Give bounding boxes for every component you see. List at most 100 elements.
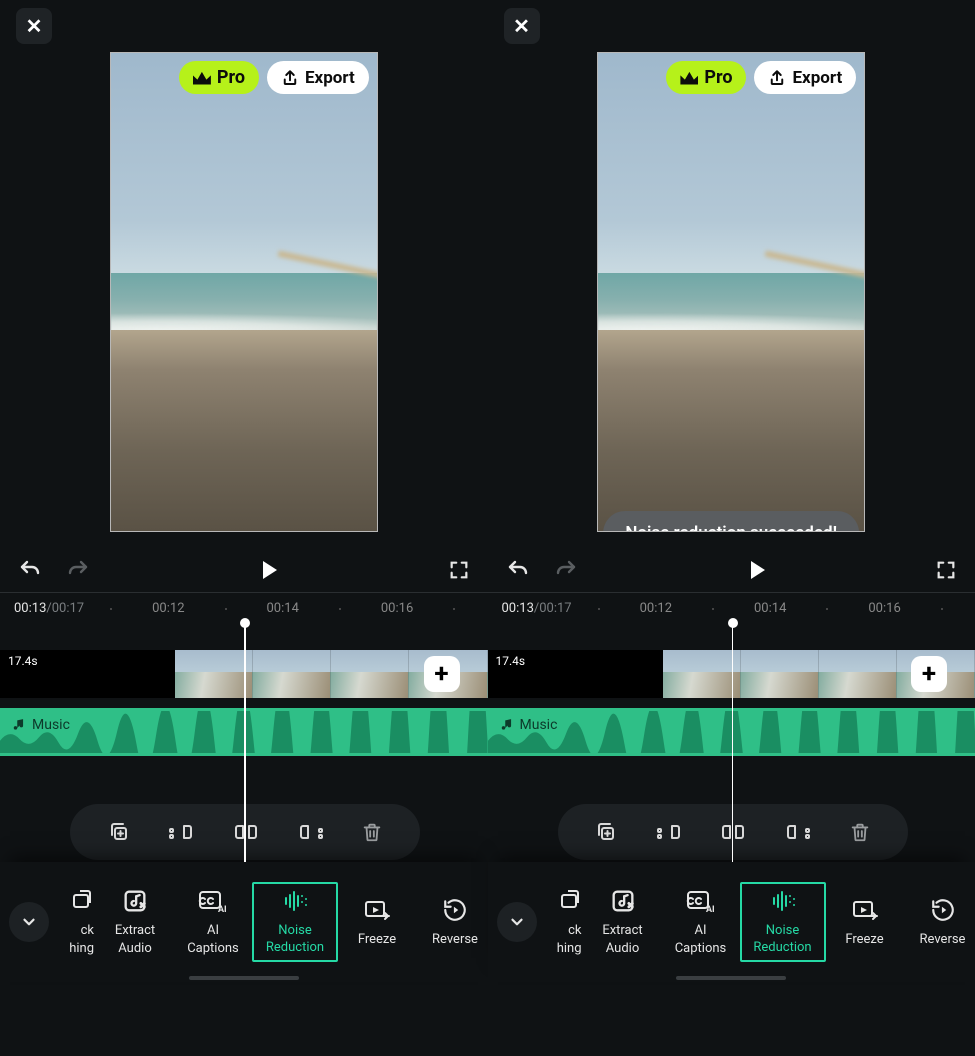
export-label: Export (305, 68, 355, 88)
ruler-marks: 00:12 00:14 00:16 (110, 601, 487, 616)
audio-label-text: Music (32, 717, 70, 733)
menu-item-ai-captions[interactable]: AI AI Captions (662, 882, 740, 962)
playback-controls (488, 532, 975, 592)
phone-left: ✕ Pro Export (0, 0, 488, 1056)
bottom-tool-menu: ck hing Extract Audio AI AI Captions Noi… (0, 862, 488, 982)
undo-button[interactable] (18, 558, 42, 582)
preview-sand (598, 330, 864, 531)
redo-button (554, 558, 578, 582)
menu-scroll[interactable]: ck hing Extract Audio AI AI Captions Noi… (544, 882, 975, 962)
pro-label: Pro (217, 67, 245, 88)
play-button[interactable] (260, 561, 277, 579)
chevron-down-icon (20, 913, 38, 931)
playback-controls (0, 532, 488, 592)
pro-button[interactable]: Pro (179, 61, 259, 94)
menu-item-reverse[interactable]: Reverse (904, 882, 975, 962)
menu-collapse-button[interactable] (497, 902, 537, 942)
menu-item-extract-audio[interactable]: Extract Audio (584, 882, 662, 962)
menu-item-noise-reduction[interactable]: Noise Reduction (252, 882, 338, 962)
copy-button[interactable] (107, 820, 131, 844)
menu-collapse-button[interactable] (9, 902, 49, 942)
delete-button[interactable] (849, 820, 871, 844)
scroll-indicator (189, 976, 299, 980)
plus-icon: + (922, 659, 936, 689)
menu-item-freeze[interactable]: Freeze (338, 882, 416, 962)
menu-item-ai-captions[interactable]: AI AI Captions (174, 882, 252, 962)
undo-button[interactable] (506, 558, 530, 582)
timeline[interactable]: 17.4s + Music (488, 622, 975, 862)
clip-duration: 17.4s (8, 654, 38, 668)
fullscreen-button[interactable] (935, 559, 957, 581)
split-button[interactable] (719, 820, 747, 844)
menu-item-noise-reduction[interactable]: Noise Reduction (740, 882, 826, 962)
split-right-button[interactable] (785, 820, 811, 844)
add-clip-button[interactable]: + (424, 656, 460, 692)
delete-button[interactable] (361, 820, 383, 844)
menu-scroll[interactable]: ck hing Extract Audio AI AI Captions Noi… (56, 882, 488, 962)
time-total: /00:17 (46, 601, 84, 616)
split-button[interactable] (232, 820, 260, 844)
top-bar: ✕ (0, 0, 488, 50)
title-clip[interactable]: 17.4s (488, 650, 663, 698)
play-icon (263, 561, 277, 579)
menu-item-reverse[interactable]: Reverse (416, 882, 488, 962)
top-pill-row: Pro Export (179, 61, 369, 94)
chevron-down-icon (508, 913, 526, 931)
phone-right: ✕ Pro Export Noise reduction succeeded! (488, 0, 975, 1056)
extract-audio-icon (609, 887, 637, 915)
split-right-button[interactable] (298, 820, 324, 844)
scroll-indicator (676, 976, 786, 980)
export-button[interactable]: Export (754, 61, 856, 94)
freeze-icon (363, 896, 391, 924)
split-left-button[interactable] (656, 820, 682, 844)
timeline[interactable]: 17.4s + Music (0, 622, 488, 862)
play-button[interactable] (748, 561, 765, 579)
noise-reduction-icon (280, 888, 310, 915)
reverse-icon (930, 896, 956, 924)
ai-captions-icon: AI (198, 887, 228, 915)
ai-captions-icon: AI (686, 887, 716, 915)
preview-sand (111, 330, 377, 531)
top-pill-row: Pro Export (666, 61, 856, 94)
audio-track-label: Music (500, 717, 558, 733)
menu-item-freeze[interactable]: Freeze (826, 882, 904, 962)
export-label: Export (792, 68, 842, 88)
pro-button[interactable]: Pro (666, 61, 746, 94)
add-clip-button[interactable]: + (911, 656, 947, 692)
video-preview[interactable]: Pro Export (110, 52, 378, 532)
noise-reduction-icon (768, 888, 798, 915)
extract-audio-icon (121, 887, 149, 915)
bottom-tool-menu: ck hing Extract Audio AI AI Captions Noi… (488, 862, 975, 982)
ruler-marks: 00:12 00:14 00:16 (598, 601, 975, 616)
play-icon (751, 561, 765, 579)
time-current: 00:13 (502, 601, 534, 616)
reverse-icon (442, 896, 468, 924)
menu-item-partial[interactable]: ck hing (56, 882, 96, 962)
close-icon: ✕ (26, 14, 43, 38)
playhead[interactable] (244, 622, 246, 862)
crown-icon (680, 71, 698, 85)
fullscreen-button[interactable] (448, 559, 470, 581)
export-icon (281, 69, 299, 87)
top-bar: ✕ (488, 0, 975, 50)
freeze-icon (851, 896, 879, 924)
pro-label: Pro (704, 67, 732, 88)
export-button[interactable]: Export (267, 61, 369, 94)
close-button[interactable]: ✕ (504, 8, 540, 44)
copy-button[interactable] (594, 820, 618, 844)
video-preview[interactable]: Pro Export Noise reduction succeeded! (597, 52, 865, 532)
menu-item-partial[interactable]: ck hing (544, 882, 584, 962)
redo-button (66, 558, 90, 582)
clip-duration: 17.4s (496, 654, 526, 668)
title-clip[interactable]: 17.4s (0, 650, 175, 698)
svg-text:AI: AI (706, 905, 715, 914)
split-left-button[interactable] (168, 820, 194, 844)
time-total: /00:17 (534, 601, 572, 616)
audio-label-text: Music (520, 717, 558, 733)
menu-item-extract-audio[interactable]: Extract Audio (96, 882, 174, 962)
playhead[interactable] (732, 622, 734, 862)
plus-icon: + (434, 659, 448, 689)
close-button[interactable]: ✕ (16, 8, 52, 44)
toast-message: Noise reduction succeeded! (603, 511, 859, 532)
close-icon: ✕ (513, 14, 530, 38)
